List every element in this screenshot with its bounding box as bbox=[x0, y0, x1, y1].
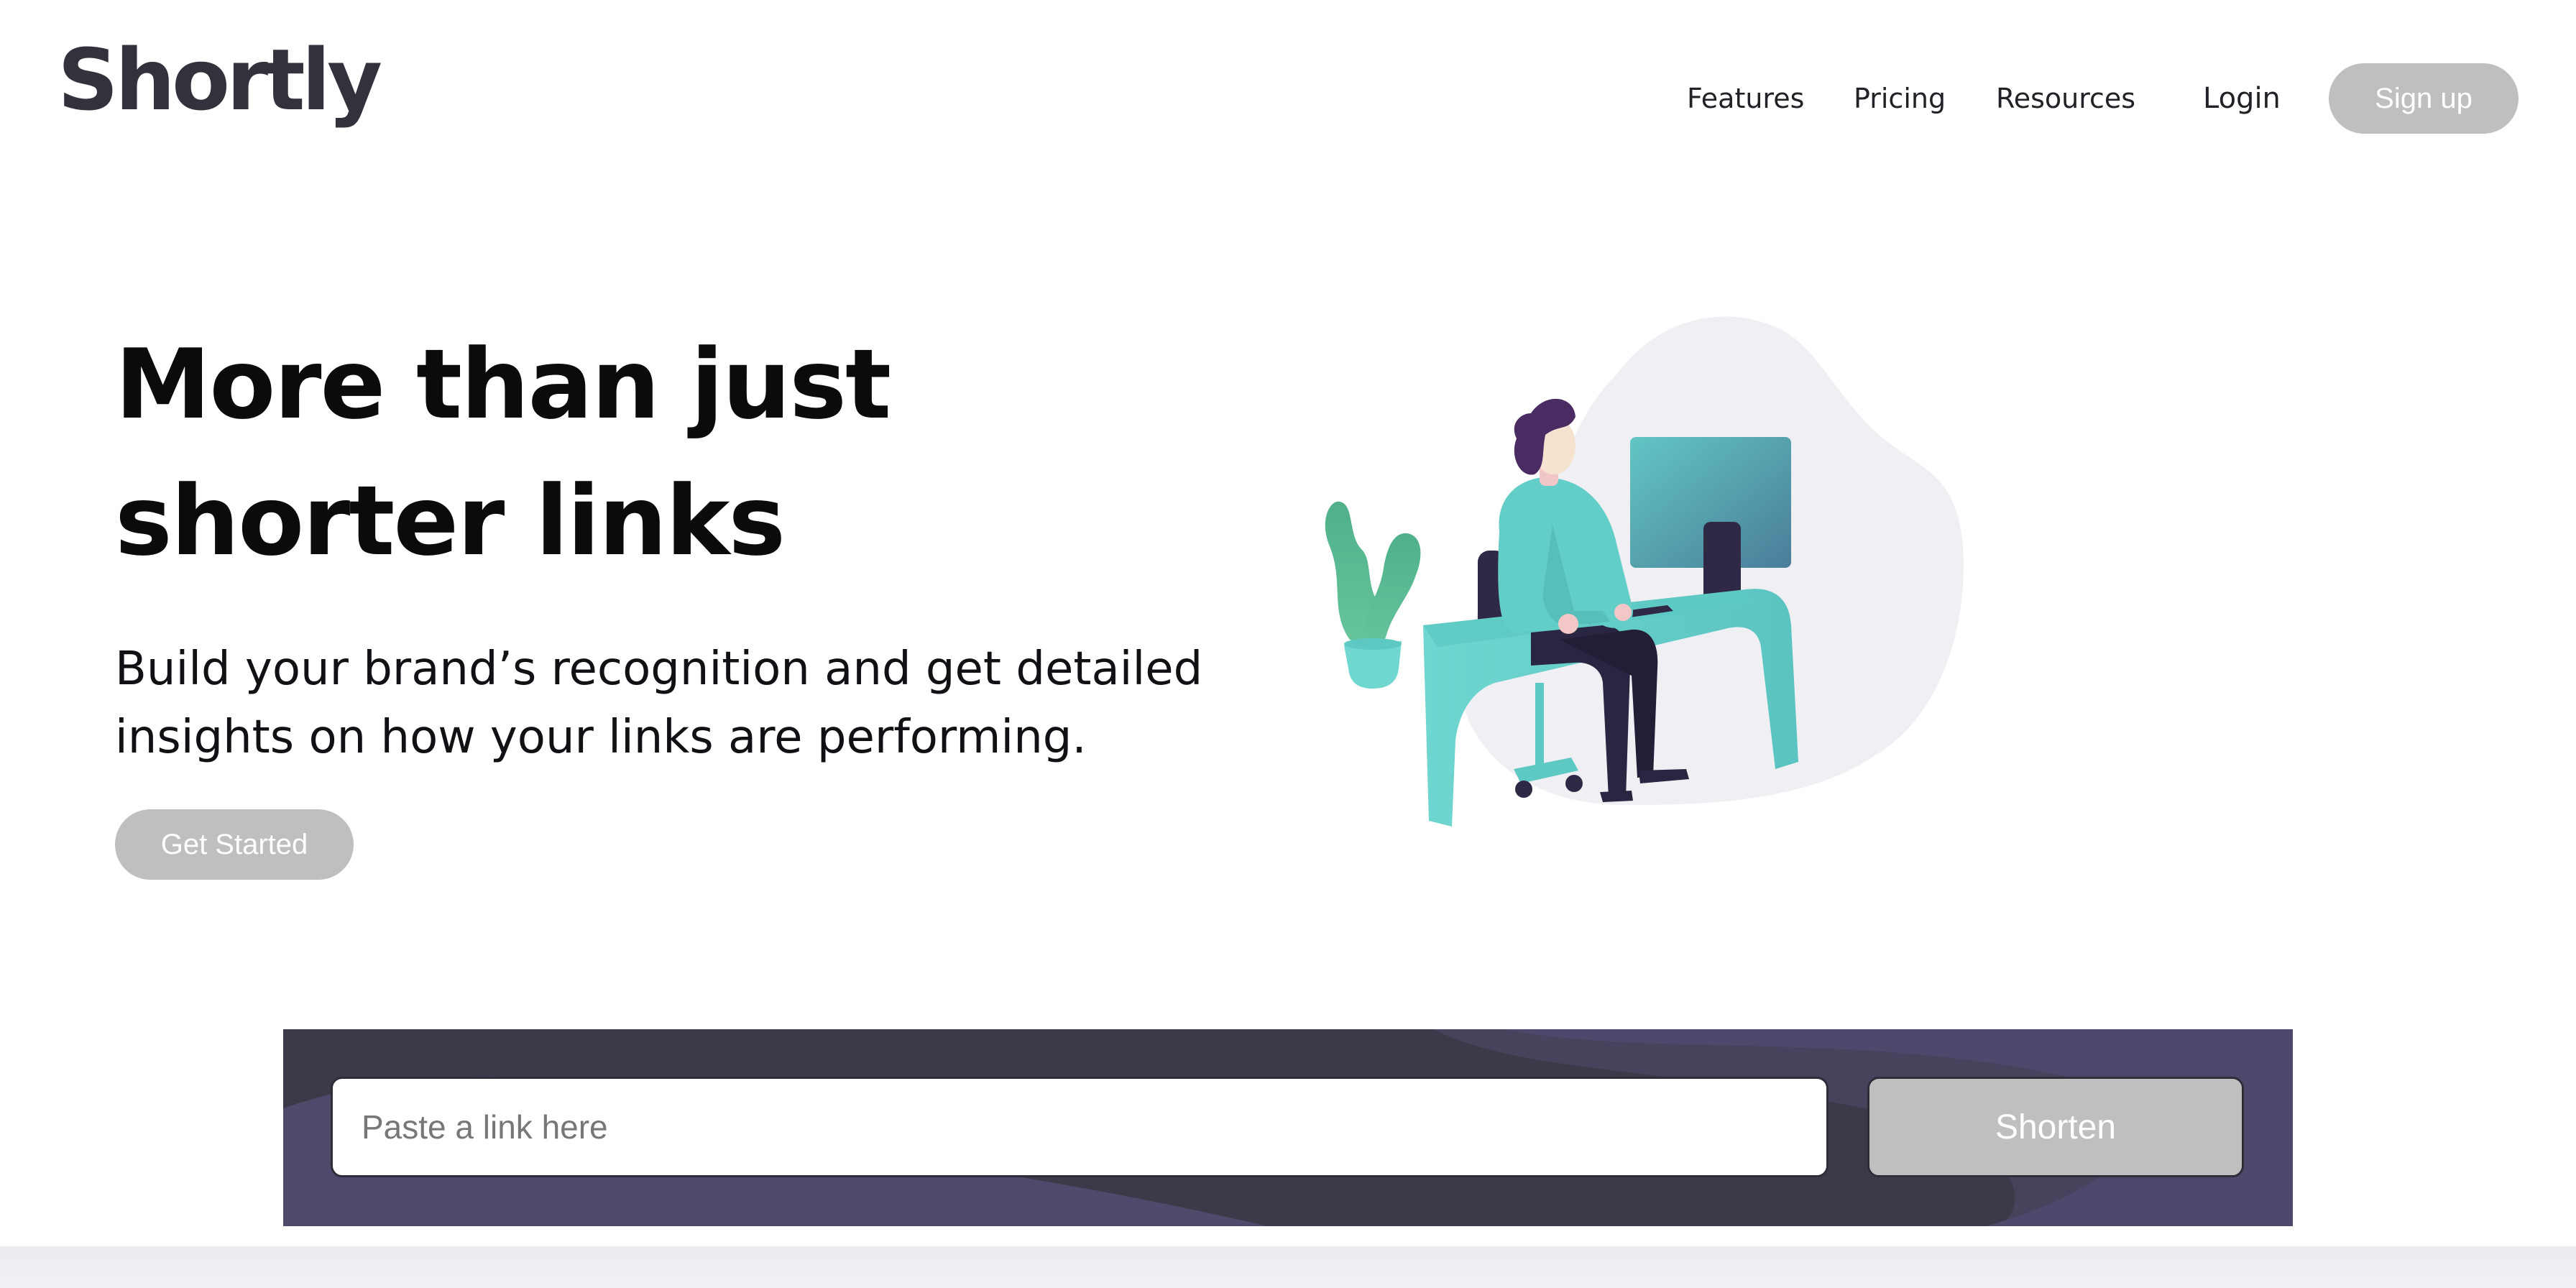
nav-features[interactable]: Features bbox=[1687, 79, 1804, 118]
person-working-at-desk-illustration bbox=[1325, 316, 1964, 827]
hero-subtitle: Build your brand’s recognition and get d… bbox=[115, 643, 1203, 764]
logo[interactable]: Shortly bbox=[58, 37, 382, 122]
signup-button[interactable]: Sign up bbox=[2329, 63, 2518, 134]
landing-page: Shortly Features Pricing Resources Login… bbox=[0, 0, 2576, 1288]
link-input[interactable] bbox=[331, 1077, 1828, 1177]
next-section-edge bbox=[0, 1246, 2576, 1288]
nav-resources[interactable]: Resources bbox=[1996, 79, 2135, 118]
nav-pricing[interactable]: Pricing bbox=[1854, 79, 1946, 118]
get-started-button[interactable]: Get Started bbox=[115, 809, 354, 880]
shorten-panel: Shorten bbox=[283, 1029, 2293, 1226]
site-header: Shortly Features Pricing Resources Login… bbox=[0, 0, 2576, 194]
login-link[interactable]: Login bbox=[2203, 79, 2281, 118]
hero-title: More than just shorter links bbox=[115, 328, 891, 577]
shorten-button[interactable]: Shorten bbox=[1867, 1077, 2244, 1177]
